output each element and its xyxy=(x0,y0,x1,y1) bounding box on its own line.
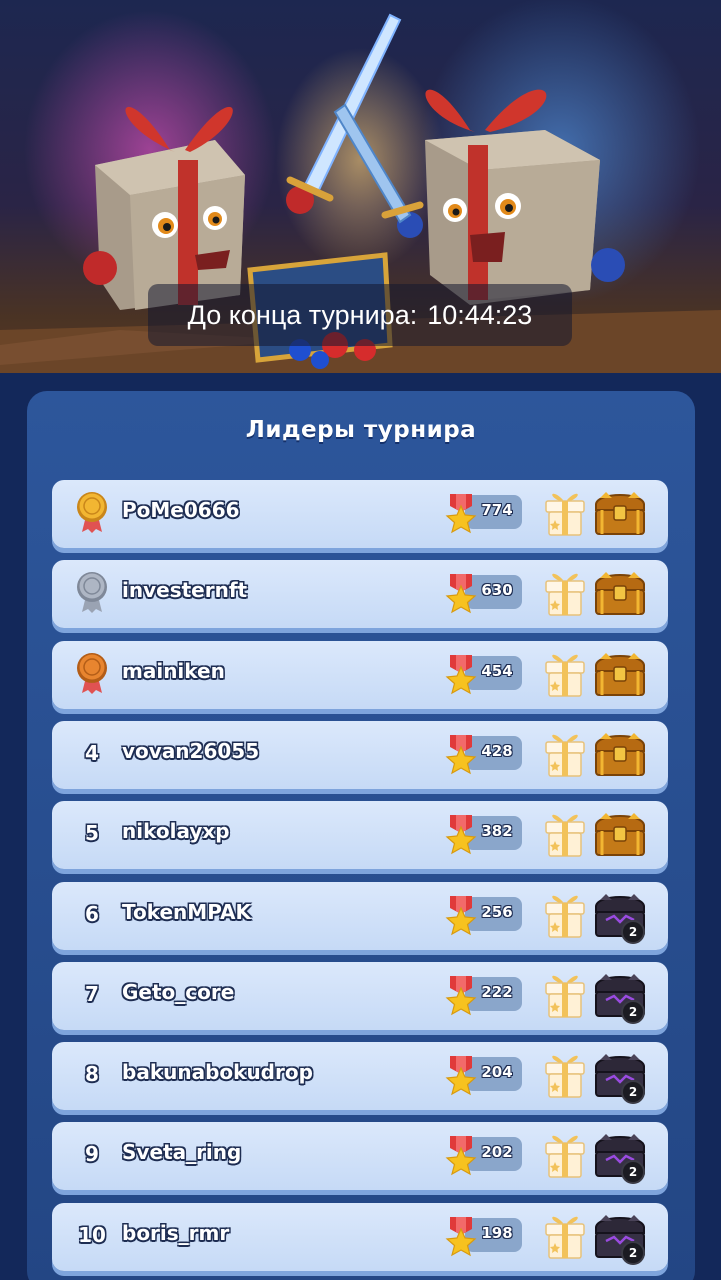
gold-chest-icon xyxy=(595,492,645,535)
player-name: investernft xyxy=(122,578,248,603)
leaderboard-row[interactable]: PoMe0666 774 xyxy=(52,480,668,548)
score-value: 428 xyxy=(481,741,513,760)
gift-icon xyxy=(545,1055,585,1098)
score-value: 630 xyxy=(481,581,513,600)
bronze-medal-icon xyxy=(77,652,107,694)
gold-chest-icon xyxy=(595,572,645,616)
leaderboard-row[interactable]: 9 Sveta_ring 202 2 xyxy=(52,1122,668,1191)
right-gift-character xyxy=(397,89,625,305)
rank-number: 8 xyxy=(85,1062,99,1087)
gift-icon xyxy=(545,895,585,938)
gold-chest-icon xyxy=(595,652,645,696)
score-value: 774 xyxy=(481,501,513,519)
score-value: 204 xyxy=(481,1063,513,1082)
leaderboard-title: Лидеры турнира xyxy=(245,417,477,443)
gift-icon xyxy=(545,734,585,777)
gift-icon xyxy=(545,574,585,617)
gift-icon xyxy=(545,493,585,536)
player-name: bakunabokudrop xyxy=(122,1060,313,1085)
gift-icon xyxy=(545,1136,585,1179)
gift-icon xyxy=(545,975,585,1018)
player-name: boris_rmr xyxy=(122,1220,230,1245)
score-value: 382 xyxy=(481,822,513,841)
player-name: nikolayxp xyxy=(122,819,230,844)
leaderboard-row[interactable]: 7 Geto_core 222 2 xyxy=(52,961,668,1030)
leaderboard-row[interactable]: 6 TokenMPAK 256 2 xyxy=(52,881,668,950)
leaderboard-row[interactable]: mainiken 454 xyxy=(52,640,668,709)
chest-count-badge: 2 xyxy=(621,999,645,1024)
player-name: TokenMPAK xyxy=(122,899,251,924)
leaderboard-row[interactable]: investernft 630 xyxy=(52,560,668,629)
score-value: 256 xyxy=(481,902,513,921)
rank-number: 10 xyxy=(78,1222,106,1247)
player-name: Geto_core xyxy=(122,979,235,1004)
score-value: 198 xyxy=(481,1223,513,1242)
leaderboard-row[interactable]: 10 boris_rmr 198 2 xyxy=(52,1202,668,1271)
chest-count-badge: 2 xyxy=(621,919,645,944)
chest-count-badge: 2 xyxy=(621,1160,645,1185)
rank-number: 9 xyxy=(85,1142,99,1167)
player-name: vovan26055 xyxy=(122,738,260,763)
silver-medal-icon xyxy=(77,572,107,614)
gift-icon xyxy=(545,1216,585,1259)
player-name: PoMe0666 xyxy=(122,498,240,522)
score-value: 222 xyxy=(481,982,513,1001)
chest-count-badge: 2 xyxy=(621,1240,645,1265)
gold-chest-icon xyxy=(595,732,645,776)
rank-number: 5 xyxy=(85,821,99,846)
gift-icon xyxy=(545,814,585,857)
leaderboard-row[interactable]: 5 nikolayxp 382 xyxy=(52,801,668,870)
tournament-banner: До конца турнира: 10:44:23 xyxy=(0,0,721,373)
rank-number: 4 xyxy=(85,740,99,765)
player-name: mainiken xyxy=(122,658,225,683)
player-name: Sveta_ring xyxy=(122,1140,242,1165)
gift-icon xyxy=(545,654,585,697)
gold-chest-icon xyxy=(595,813,645,857)
score-value: 202 xyxy=(481,1143,513,1162)
rank-number: 6 xyxy=(85,901,99,926)
gold-medal-icon xyxy=(77,492,107,533)
timer-value: 10:44:23 xyxy=(427,299,533,330)
rank-number: 7 xyxy=(85,981,99,1006)
timer-label: До конца турнира: xyxy=(187,299,418,330)
leaderboard-row[interactable]: 4 vovan26055 428 xyxy=(52,720,668,789)
score-value: 454 xyxy=(481,661,513,680)
chest-count-badge: 2 xyxy=(621,1080,645,1105)
leaderboard-row[interactable]: 8 bakunabokudrop 204 2 xyxy=(52,1042,668,1111)
tournament-timer: До конца турнира: 10:44:23 xyxy=(148,284,572,346)
